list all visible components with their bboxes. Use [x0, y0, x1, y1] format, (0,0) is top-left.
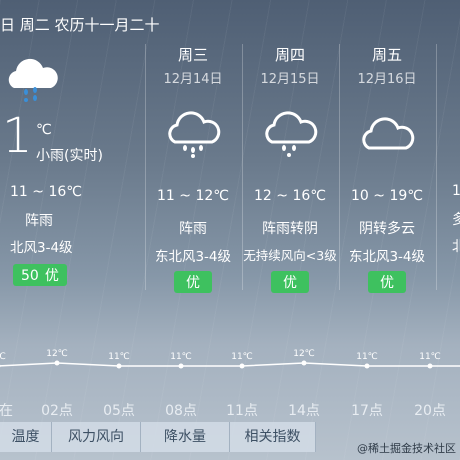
hourly-time-axis: 在 02点 05点 08点 11点 14点 17点 20点 [0, 400, 460, 420]
wind-label: 东北风3-4级 [154, 249, 232, 265]
data-point [364, 363, 370, 369]
data-label: 11℃ [108, 352, 130, 362]
forecast-day-wed[interactable]: 周三 12月14日 11 ~ 12℃ 阵雨 东北风3-4级 优 [145, 44, 241, 293]
date-label: 12月14日 [163, 72, 223, 87]
data-point [301, 360, 307, 366]
tab-wind[interactable]: 风力风向 [52, 422, 141, 452]
condition-label: 阵雨转阴 [262, 221, 318, 237]
tab-precipitation[interactable]: 降水量 [141, 422, 230, 452]
x-tick-label: 17点 [351, 403, 383, 419]
today-condition: 阵雨 [25, 213, 53, 229]
data-label: 11℃ [356, 352, 378, 362]
weekday-label: 周三 [177, 46, 208, 64]
x-tick-label: 05点 [103, 403, 135, 419]
wind-label: 东北风3-4级 [348, 249, 426, 265]
data-point [0, 364, 1, 368]
data-label: 11℃ [231, 352, 253, 362]
forecast-day-partial[interactable]: 1 多 北 [452, 183, 460, 256]
data-point [239, 363, 245, 369]
temp-range: 12 ~ 16℃ [254, 188, 326, 204]
x-tick-label: 08点 [165, 403, 197, 419]
series-line [0, 362, 460, 367]
aqi-badge: 优 [174, 271, 212, 293]
hourly-temperature-chart: 1℃ 12℃ 11℃ 11℃ 11℃ 12℃ 11℃ 11℃ [0, 349, 460, 369]
temperature-unit: ℃ [36, 122, 52, 138]
x-tick-label: 在 [0, 403, 13, 419]
current-temperature: 1 [2, 108, 33, 164]
watermark: @稀土掘金技术社区 [357, 442, 456, 455]
wind-label: 北 [452, 239, 460, 255]
data-label: 1℃ [0, 352, 6, 362]
tab-temperature[interactable]: 温度 [0, 422, 52, 452]
data-point [427, 363, 433, 369]
temp-range: 11 ~ 12℃ [157, 188, 229, 204]
weekday-label: 周四 [274, 46, 305, 64]
data-point [116, 363, 122, 369]
date-header: 日 周二 农历十一月二十 [0, 16, 160, 34]
aqi-badge: 优 [368, 271, 406, 293]
today-temp-range: 11 ~ 16℃ [10, 184, 82, 200]
cloud-icon [339, 102, 435, 166]
aqi-label: 优 [44, 268, 59, 284]
weekday-label: 周五 [371, 46, 402, 64]
condition-label: 阵雨 [179, 221, 207, 237]
data-point [54, 360, 60, 366]
temp-range: 1 [452, 183, 460, 199]
condition-label: 多 [452, 212, 460, 228]
cloud-rain-icon [2, 56, 62, 106]
chart-tabs: 温度 风力风向 降水量 相关指数 [0, 422, 316, 452]
data-label: 12℃ [293, 349, 315, 359]
aqi-badge: 优 [271, 271, 309, 293]
data-label: 11℃ [170, 352, 192, 362]
condition-label: 阴转多云 [359, 221, 415, 237]
wind-label: 无持续风向<3级 [243, 248, 337, 263]
data-label: 12℃ [46, 349, 68, 359]
forecast-day-thu[interactable]: 周四 12月15日 12 ~ 16℃ 阵雨转阴 无持续风向<3级 优 [242, 44, 338, 293]
x-tick-label: 14点 [288, 403, 320, 419]
forecast-day-fri[interactable]: 周五 12月16日 10 ~ 19℃ 阴转多云 东北风3-4级 优 [339, 44, 435, 293]
today-wind: 北风3-4级 [10, 240, 73, 256]
column-divider [436, 44, 437, 290]
today-aqi-badge: 50 优 [13, 264, 67, 286]
temp-range: 10 ~ 19℃ [351, 188, 423, 204]
date-label: 12月15日 [260, 72, 320, 87]
tab-indices[interactable]: 相关指数 [230, 422, 316, 452]
data-label: 11℃ [419, 352, 441, 362]
x-tick-label: 11点 [226, 403, 258, 419]
x-tick-label: 20点 [414, 403, 446, 419]
current-condition: 小雨(实时) [36, 148, 103, 164]
cloud-rain-icon [145, 102, 241, 166]
aqi-value: 50 [21, 268, 39, 284]
cloud-rain-icon [242, 102, 338, 166]
date-label: 12月16日 [357, 72, 417, 87]
x-tick-label: 02点 [41, 403, 73, 419]
data-point [178, 363, 184, 369]
